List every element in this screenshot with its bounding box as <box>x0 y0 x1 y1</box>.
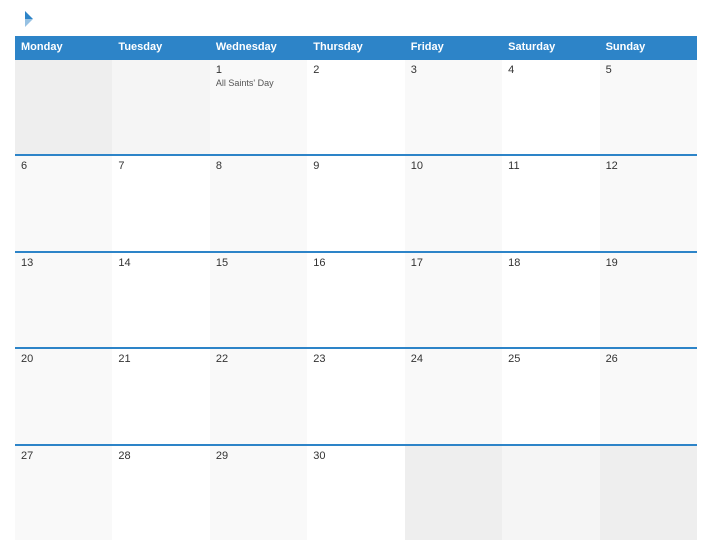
calendar-week-5: 27 28 29 30 <box>15 444 697 540</box>
day-number: 14 <box>118 257 203 269</box>
calendar-cell: 11 <box>502 156 599 250</box>
day-number: 17 <box>411 257 496 269</box>
calendar-cell: 4 <box>502 60 599 154</box>
weekday-header-wednesday: Wednesday <box>210 36 307 58</box>
calendar-cell: 6 <box>15 156 112 250</box>
calendar-body: 1All Saints' Day234567891011121314151617… <box>15 58 697 540</box>
day-number: 1 <box>216 64 301 76</box>
logo <box>15 10 34 26</box>
calendar-cell: 29 <box>210 446 307 540</box>
day-number: 12 <box>606 160 691 172</box>
calendar-cell: 3 <box>405 60 502 154</box>
header <box>15 10 697 26</box>
calendar-cell: 21 <box>112 349 209 443</box>
calendar-cell <box>502 446 599 540</box>
day-number: 24 <box>411 353 496 365</box>
calendar-cell: 22 <box>210 349 307 443</box>
calendar-cell <box>15 60 112 154</box>
calendar-cell: 15 <box>210 253 307 347</box>
day-number: 10 <box>411 160 496 172</box>
day-number: 15 <box>216 257 301 269</box>
day-number: 20 <box>21 353 106 365</box>
calendar-week-4: 20 21 22 23 24 25 26 <box>15 347 697 443</box>
day-number: 13 <box>21 257 106 269</box>
day-number: 3 <box>411 64 496 76</box>
calendar-week-1: 1 All Saints' Day 2 34 5 <box>15 58 697 154</box>
day-number: 5 <box>606 64 691 76</box>
calendar-cell <box>112 60 209 154</box>
day-number: 28 <box>118 450 203 462</box>
day-number: 18 <box>508 257 593 269</box>
weekday-header-thursday: Thursday <box>307 36 404 58</box>
calendar-cell <box>600 446 697 540</box>
day-event: All Saints' Day <box>216 78 301 88</box>
calendar-week-3: 13 14 15 16 17 18 19 <box>15 251 697 347</box>
weekday-header-friday: Friday <box>405 36 502 58</box>
calendar-cell: 23 <box>307 349 404 443</box>
calendar-cell: 25 <box>502 349 599 443</box>
day-number: 27 <box>21 450 106 462</box>
day-number: 19 <box>606 257 691 269</box>
calendar-cell: 1 All Saints' Day <box>210 60 307 154</box>
calendar-cell: 27 <box>15 446 112 540</box>
calendar-cell: 24 <box>405 349 502 443</box>
calendar-cell: 5 <box>600 60 697 154</box>
logo-flag-icon <box>16 10 34 28</box>
day-number: 7 <box>118 160 203 172</box>
calendar-cell: 17 <box>405 253 502 347</box>
calendar-cell: 26 <box>600 349 697 443</box>
calendar-cell: 12 <box>600 156 697 250</box>
weekday-header-saturday: Saturday <box>502 36 599 58</box>
calendar-cell: 7 <box>112 156 209 250</box>
calendar-header: MondayTuesdayWednesdayThursdayFridaySatu… <box>15 36 697 58</box>
calendar-cell: 19 <box>600 253 697 347</box>
day-number: 23 <box>313 353 398 365</box>
calendar-cell: 20 <box>15 349 112 443</box>
day-number: 9 <box>313 160 398 172</box>
calendar-cell <box>405 446 502 540</box>
calendar-cell: 2 <box>307 60 404 154</box>
day-number: 6 <box>21 160 106 172</box>
day-number: 30 <box>313 450 398 462</box>
calendar-cell: 16 <box>307 253 404 347</box>
day-number: 4 <box>508 64 593 76</box>
day-number: 25 <box>508 353 593 365</box>
calendar-week-2: 67 89 10 11 12 <box>15 154 697 250</box>
day-number: 29 <box>216 450 301 462</box>
calendar-cell: 10 <box>405 156 502 250</box>
calendar-cell: 28 <box>112 446 209 540</box>
day-number: 2 <box>313 64 398 76</box>
day-number: 21 <box>118 353 203 365</box>
weekday-header-tuesday: Tuesday <box>112 36 209 58</box>
day-number: 11 <box>508 160 593 172</box>
calendar-cell: 30 <box>307 446 404 540</box>
calendar-cell: 8 <box>210 156 307 250</box>
calendar-cell: 13 <box>15 253 112 347</box>
weekday-header-monday: Monday <box>15 36 112 58</box>
calendar-grid: MondayTuesdayWednesdayThursdayFridaySatu… <box>15 36 697 540</box>
day-number: 26 <box>606 353 691 365</box>
calendar-page: MondayTuesdayWednesdayThursdayFridaySatu… <box>0 0 712 550</box>
day-number: 8 <box>216 160 301 172</box>
calendar-cell: 18 <box>502 253 599 347</box>
calendar-cell: 14 <box>112 253 209 347</box>
calendar-cell: 9 <box>307 156 404 250</box>
weekday-header-sunday: Sunday <box>600 36 697 58</box>
day-number: 16 <box>313 257 398 269</box>
day-number: 22 <box>216 353 301 365</box>
